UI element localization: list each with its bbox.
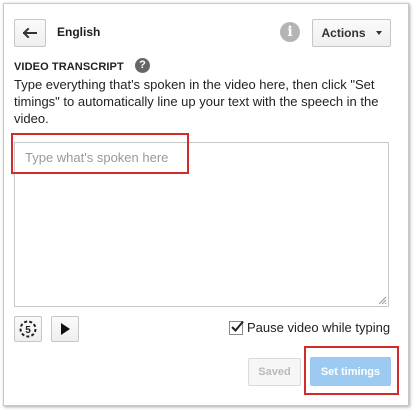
language-title: English: [57, 25, 101, 39]
section-title: VIDEO TRANSCRIPT: [14, 61, 124, 73]
actions-label: Actions: [321, 26, 366, 40]
checkmark-icon: [231, 320, 244, 332]
actions-dropdown-button[interactable]: Actions: [312, 19, 391, 47]
rewind-5-seconds-icon: 5: [19, 320, 37, 338]
help-icon[interactable]: ?: [135, 58, 150, 73]
pause-checkbox[interactable]: [229, 320, 244, 335]
saved-button[interactable]: Saved: [248, 358, 301, 386]
pause-while-typing-option[interactable]: Pause video while typing: [229, 320, 390, 335]
set-timings-button[interactable]: Set timings: [310, 357, 391, 386]
instructions-text: Type everything that's spoken in the vid…: [14, 77, 379, 126]
caret-down-icon: [375, 31, 382, 35]
rewind-number: 5: [25, 325, 31, 336]
play-icon: [61, 323, 70, 335]
play-button[interactable]: [51, 316, 79, 342]
rewind-5-button[interactable]: 5: [14, 316, 42, 342]
transcript-input[interactable]: [14, 142, 389, 307]
info-icon[interactable]: i: [280, 22, 300, 42]
back-button[interactable]: [14, 19, 46, 47]
pause-label: Pause video while typing: [247, 320, 391, 335]
arrow-left-icon: [23, 28, 37, 38]
resize-grip-icon[interactable]: [378, 296, 387, 305]
